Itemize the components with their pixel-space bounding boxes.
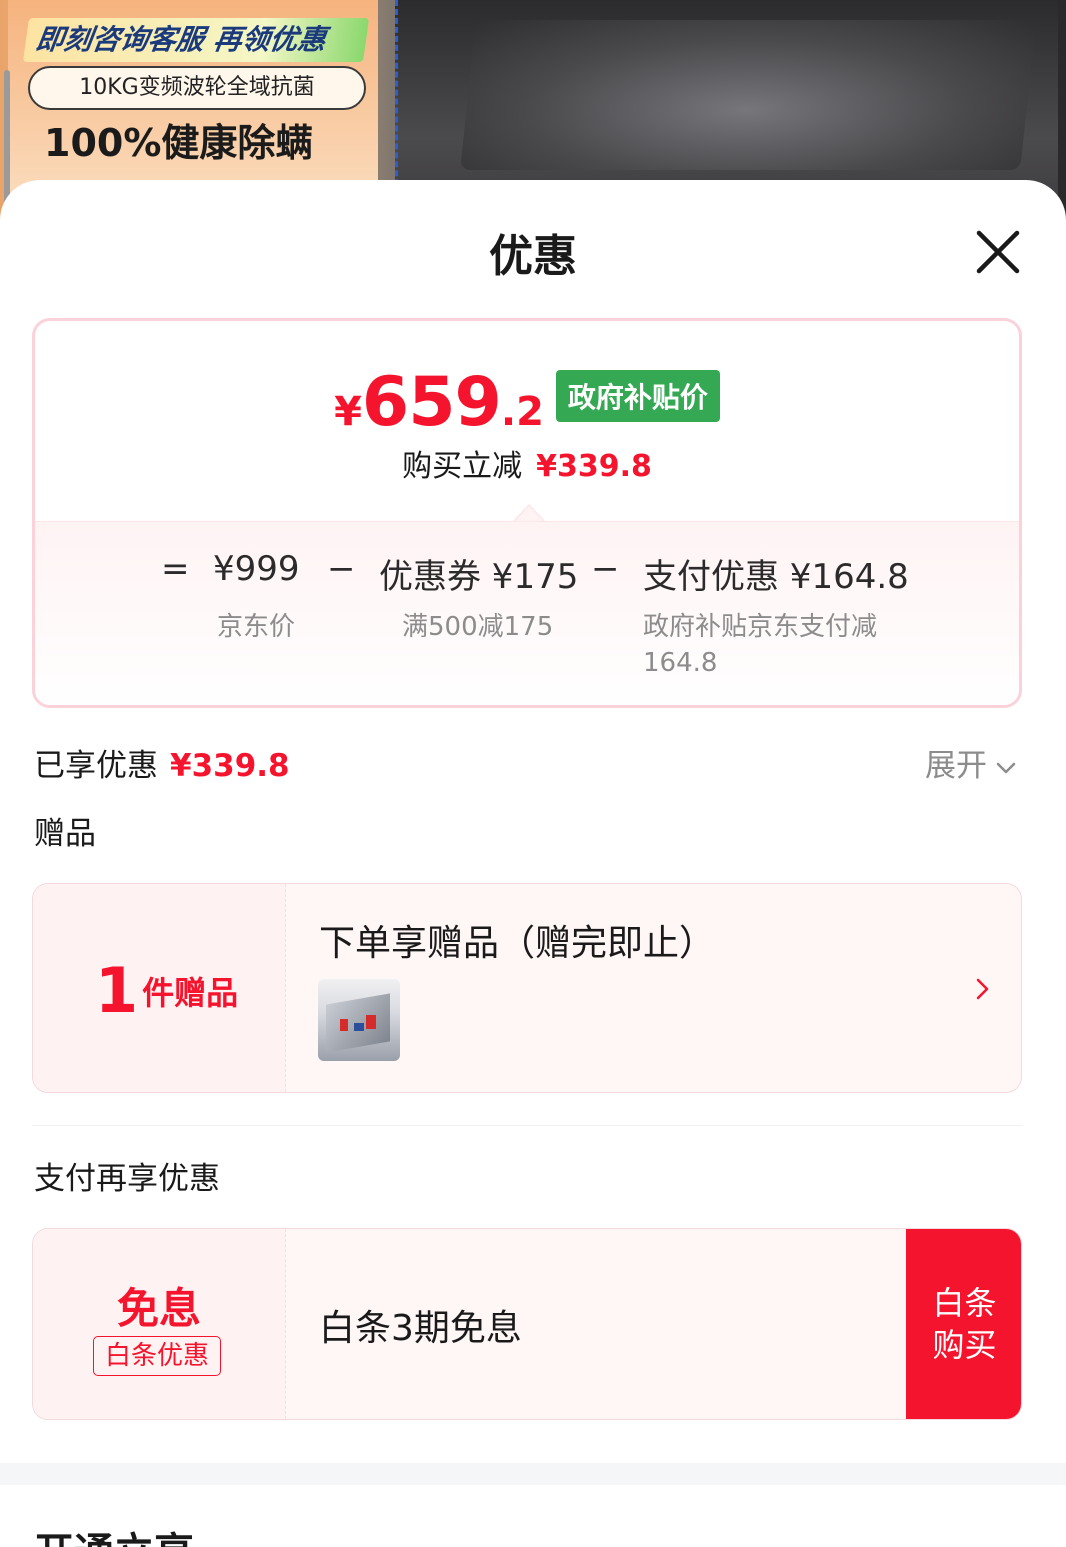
gift-count: 1 件赠品 — [95, 954, 238, 1027]
payment-offer-card: 免息 白条优惠 白条3期免息 白条 购买 — [32, 1228, 1022, 1420]
base-price-label: 京东价 — [217, 612, 296, 642]
enjoyed-discount-row: 已享优惠 ¥339.8 — [34, 740, 290, 785]
gifts-section-label: 赠品 — [34, 816, 96, 852]
section-divider — [32, 1125, 1022, 1126]
instant-discount-amount: ¥339.8 — [536, 449, 652, 484]
expand-label: 展开 — [925, 748, 987, 784]
washer-lid — [460, 20, 1036, 170]
baitiao-offer-badge: 白条优惠 — [93, 1336, 221, 1376]
coupon-discount: 优惠券 ¥175 — [379, 557, 579, 597]
instant-discount-row: 购买立减 ¥339.8 — [35, 441, 1019, 485]
coupon-condition-label: 满500减175 — [402, 612, 554, 642]
installment-offer-title: 白条3期免息 — [319, 1308, 522, 1349]
chevron-right-icon — [976, 978, 989, 1000]
final-price: ¥659.2 政府补贴价 — [35, 363, 1019, 442]
promo-consult-text: 即刻咨询客服 再领优惠 — [22, 18, 370, 62]
gift-count-number: 1 — [95, 954, 139, 1027]
gift-count-unit: 件赠品 — [142, 974, 239, 1012]
equals-sign: = — [161, 549, 190, 589]
instant-discount-label: 购买立减 — [402, 449, 523, 484]
baitiao-buy-button[interactable]: 白条 购买 — [906, 1229, 1021, 1419]
chevron-down-icon — [996, 762, 1016, 773]
gov-subsidy-tag: 政府补贴价 — [555, 370, 720, 422]
close-icon — [976, 230, 1020, 274]
final-price-decimal: .2 — [500, 389, 544, 435]
promo-headline-text: 100%健康除螨 — [44, 121, 314, 165]
payment-discount-label: 政府补贴京东支付减 164.8 — [643, 612, 878, 678]
next-section-title: 开通立享 — [34, 1520, 194, 1547]
close-button[interactable] — [968, 222, 1028, 282]
payment-discount: 支付优惠 ¥164.8 — [643, 557, 909, 597]
currency-symbol: ¥ — [334, 389, 362, 435]
discount-sheet: 优惠 ¥659.2 政府补贴价 购买立减 ¥339.8 = ¥999 − 优惠券 ¥… — [0, 180, 1066, 1547]
minus-sign-2: − — [591, 549, 620, 589]
gift-count-panel: 1 件赠品 — [33, 884, 286, 1092]
minus-sign-1: − — [327, 549, 356, 589]
gift-card[interactable]: 1 件赠品 下单享赠品（赠完即止） — [32, 883, 1022, 1093]
base-price: ¥999 — [213, 549, 300, 589]
promo-spec-text: 10KG变频波轮全域抗菌 — [28, 66, 366, 110]
enjoyed-discount-label: 已享优惠 — [34, 748, 158, 784]
gift-title: 下单享赠品（赠完即止） — [319, 923, 716, 964]
interest-free-label: 免息 — [116, 1284, 201, 1333]
interest-free-panel: 免息 白条优惠 — [33, 1229, 286, 1419]
section-separator — [0, 1463, 1066, 1485]
final-price-integer: 659 — [361, 363, 502, 442]
enjoyed-discount-amount: ¥339.8 — [170, 748, 290, 784]
price-breakdown-card: ¥659.2 政府补贴价 购买立减 ¥339.8 = ¥999 − 优惠券 ¥175… — [32, 318, 1022, 708]
expand-button[interactable]: 展开 — [925, 740, 1019, 785]
payment-offers-section-label: 支付再享优惠 — [34, 1161, 220, 1197]
gift-thumbnail[interactable] — [318, 979, 400, 1061]
sheet-title: 优惠 — [489, 231, 577, 282]
